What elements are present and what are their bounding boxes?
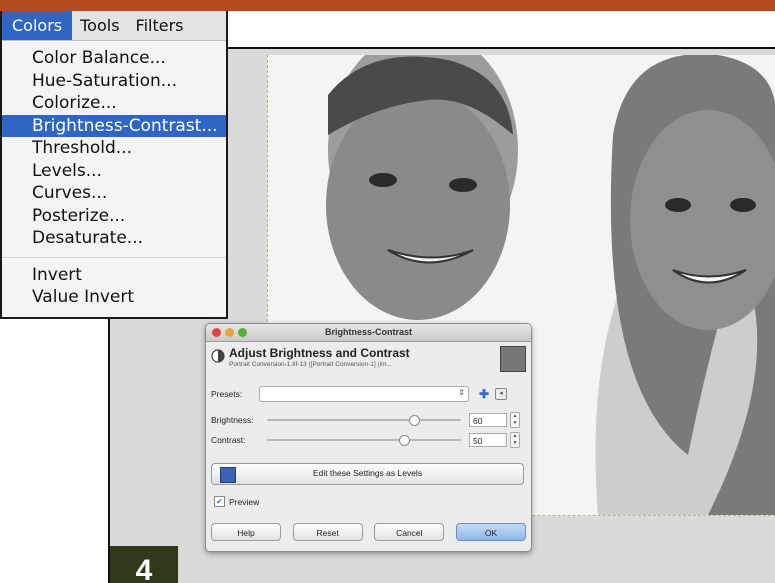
- menu-separator: [2, 256, 226, 258]
- menubar-colors[interactable]: Colors: [2, 11, 73, 40]
- contrast-stepper[interactable]: ▲ ▼: [510, 432, 520, 448]
- preview-checkbox[interactable]: ✔: [214, 496, 225, 507]
- menu-list: Color Balance... Hue-Saturation... Color…: [2, 41, 226, 309]
- menu-item-brightness-contrast[interactable]: Brightness-Contrast...: [2, 114, 226, 137]
- menubar: Colors Tools Filters: [2, 11, 226, 41]
- brightness-value-field[interactable]: 60: [469, 413, 507, 427]
- add-preset-icon[interactable]: ✚: [479, 387, 489, 401]
- options-icon[interactable]: ◂: [495, 388, 508, 400]
- contrast-track: [267, 439, 461, 441]
- presets-row: Presets: ⇕ ✚ ◂: [211, 386, 508, 402]
- contrast-knob[interactable]: [399, 435, 410, 446]
- dialog-header: Adjust Brightness and Contrast Portrait …: [211, 346, 526, 376]
- brightness-contrast-icon: [211, 349, 225, 363]
- menu-item-hue-saturation[interactable]: Hue-Saturation...: [2, 70, 226, 93]
- dialog-title: Brightness-Contrast: [324, 327, 412, 337]
- ok-button[interactable]: OK: [455, 523, 526, 541]
- menu-item-color-balance[interactable]: Color Balance...: [2, 47, 226, 70]
- dialog-titlebar: Brightness-Contrast: [206, 324, 531, 342]
- contrast-value-field[interactable]: 50: [469, 433, 507, 447]
- minimize-icon[interactable]: [225, 328, 234, 337]
- contrast-slider[interactable]: [259, 434, 469, 446]
- brightness-row: Brightness: 60 ▲ ▼: [211, 412, 520, 428]
- image-thumbnail: [500, 346, 526, 372]
- brightness-label: Brightness:: [211, 415, 254, 425]
- menu-item-curves[interactable]: Curves...: [2, 182, 226, 205]
- brightness-stepper[interactable]: ▲ ▼: [510, 412, 520, 428]
- brightness-track: [267, 419, 461, 421]
- brightness-knob[interactable]: [409, 415, 420, 426]
- presets-combo[interactable]: ⇕: [259, 386, 469, 402]
- edit-as-levels-label: Edit these Settings as Levels: [312, 468, 423, 478]
- menu-item-levels[interactable]: Levels...: [2, 160, 226, 183]
- menubar-filters[interactable]: Filters: [128, 11, 192, 40]
- colors-menu: Colors Tools Filters Color Balance... Hu…: [0, 11, 228, 319]
- dialog-buttons: Help Reset Cancel OK: [211, 523, 526, 541]
- menu-item-colorize[interactable]: Colorize...: [2, 92, 226, 115]
- top-accent-bar: [0, 0, 775, 11]
- close-icon[interactable]: [212, 328, 221, 337]
- combo-arrows-icon: ⇕: [458, 388, 465, 397]
- edit-as-levels-button[interactable]: Edit these Settings as Levels: [211, 463, 524, 485]
- reset-button[interactable]: Reset: [292, 523, 363, 541]
- contrast-label: Contrast:: [211, 435, 246, 445]
- menu-item-invert[interactable]: Invert: [2, 264, 226, 287]
- menu-item-posterize[interactable]: Posterize...: [2, 205, 226, 228]
- brightness-slider[interactable]: [259, 414, 469, 426]
- step-number-badge: 4: [110, 546, 178, 583]
- menubar-tools[interactable]: Tools: [72, 11, 127, 40]
- help-button[interactable]: Help: [211, 523, 281, 541]
- menu-item-desaturate[interactable]: Desaturate...: [2, 227, 226, 250]
- header-title: Adjust Brightness and Contrast: [229, 346, 410, 360]
- menu-item-threshold[interactable]: Threshold...: [2, 137, 226, 160]
- header-subtitle: Portrait Conversion-1.tif-13 ([Portrait …: [229, 361, 392, 368]
- window-controls: [212, 328, 247, 337]
- zoom-icon[interactable]: [238, 328, 247, 337]
- contrast-row: Contrast: 50 ▲ ▼: [211, 432, 520, 448]
- presets-label: Presets:: [211, 389, 243, 399]
- brightness-contrast-dialog: Brightness-Contrast Adjust Brightness an…: [205, 323, 532, 552]
- cancel-button[interactable]: Cancel: [374, 523, 445, 541]
- menu-item-value-invert[interactable]: Value Invert: [2, 286, 226, 309]
- preview-row: ✔ Preview: [214, 496, 259, 507]
- preview-label: Preview: [229, 496, 260, 507]
